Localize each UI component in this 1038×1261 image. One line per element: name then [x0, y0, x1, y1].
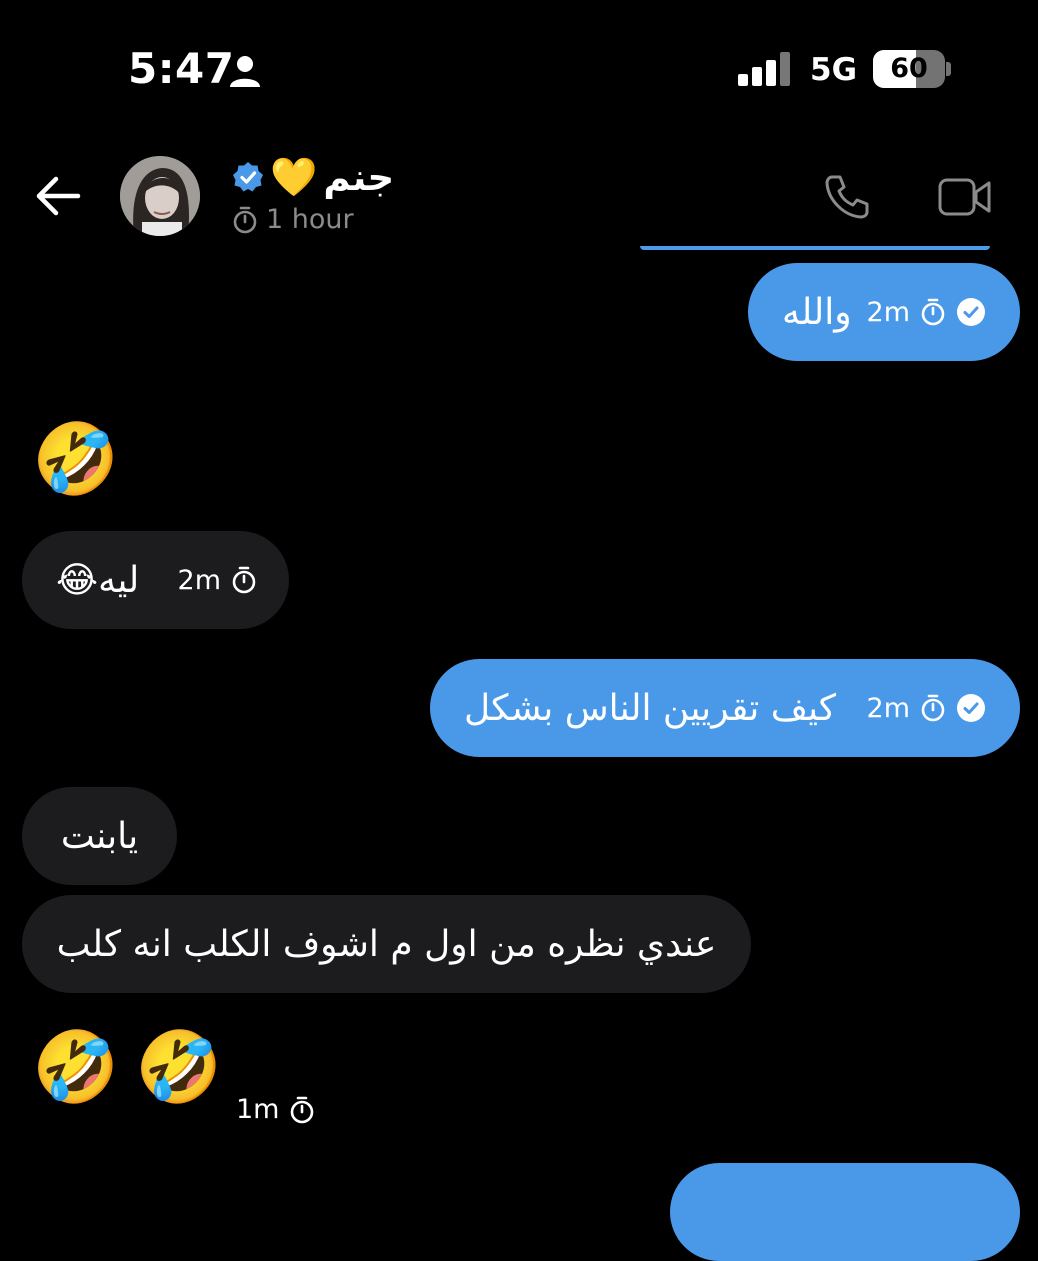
message-time: 2m: [866, 692, 910, 724]
contact-name-row[interactable]: جنم 💛: [232, 153, 394, 201]
video-call-icon[interactable]: [938, 176, 992, 218]
message-bubble-incoming[interactable]: ليه😂 2m: [22, 531, 289, 629]
seen-check-icon: [956, 693, 986, 723]
message-time: 2m: [866, 296, 910, 328]
timer-icon: [289, 1096, 315, 1124]
verified-badge-icon: [232, 161, 264, 193]
message-bubble-incoming[interactable]: عندي نظره من اول م اشوف الكلب انه كلب: [22, 895, 751, 993]
message-text: كيف تقريين الناس بشكل: [464, 687, 837, 729]
disappearing-timer-text: 1 hour: [266, 204, 354, 235]
message-meta: 1m: [236, 1094, 315, 1125]
contact-name: جنم: [323, 155, 395, 199]
battery-terminal: [946, 62, 951, 76]
timer-icon: [920, 694, 946, 722]
network-type: 5G: [810, 52, 858, 88]
message-bubble-outgoing[interactable]: كيف تقريين الناس بشكل 2m: [430, 659, 1020, 757]
message-time: 1m: [236, 1094, 280, 1125]
timer-icon: [232, 206, 258, 234]
phone-call-icon[interactable]: [824, 172, 872, 220]
message-meta: 2m: [178, 565, 257, 596]
message-bubble-outgoing-partial[interactable]: [670, 1163, 1020, 1261]
timer-icon: [920, 298, 946, 326]
message-text: عندي نظره من اول م اشوف الكلب انه كلب: [56, 923, 717, 965]
message-text: والله: [782, 291, 852, 333]
emoji-message[interactable]: 🤣: [32, 424, 119, 494]
timer-icon: [231, 566, 257, 594]
message-bubble-incoming[interactable]: يابنت: [22, 787, 177, 885]
emoji-message[interactable]: 🤣🤣: [32, 1032, 238, 1102]
battery-percent: 60: [890, 53, 928, 84]
message-text: يابنت: [60, 815, 139, 857]
battery-icon: 60: [873, 50, 945, 88]
message-text: ليه😂: [56, 559, 140, 601]
back-arrow-icon[interactable]: [34, 174, 82, 218]
disappearing-messages-row: 1 hour: [232, 204, 354, 235]
previous-message-edge: [640, 246, 990, 250]
message-bubble-outgoing[interactable]: والله 2m: [748, 263, 1020, 361]
contact-avatar[interactable]: [120, 156, 200, 236]
seen-check-icon: [956, 297, 986, 327]
message-meta: 2m: [867, 297, 986, 328]
message-time: 2m: [177, 564, 221, 596]
message-meta: 2m: [867, 693, 986, 724]
cellular-signal-icon: [738, 52, 794, 86]
status-time: 5:47: [128, 44, 235, 93]
person-icon: [228, 54, 262, 88]
heart-emoji: 💛: [270, 155, 318, 199]
